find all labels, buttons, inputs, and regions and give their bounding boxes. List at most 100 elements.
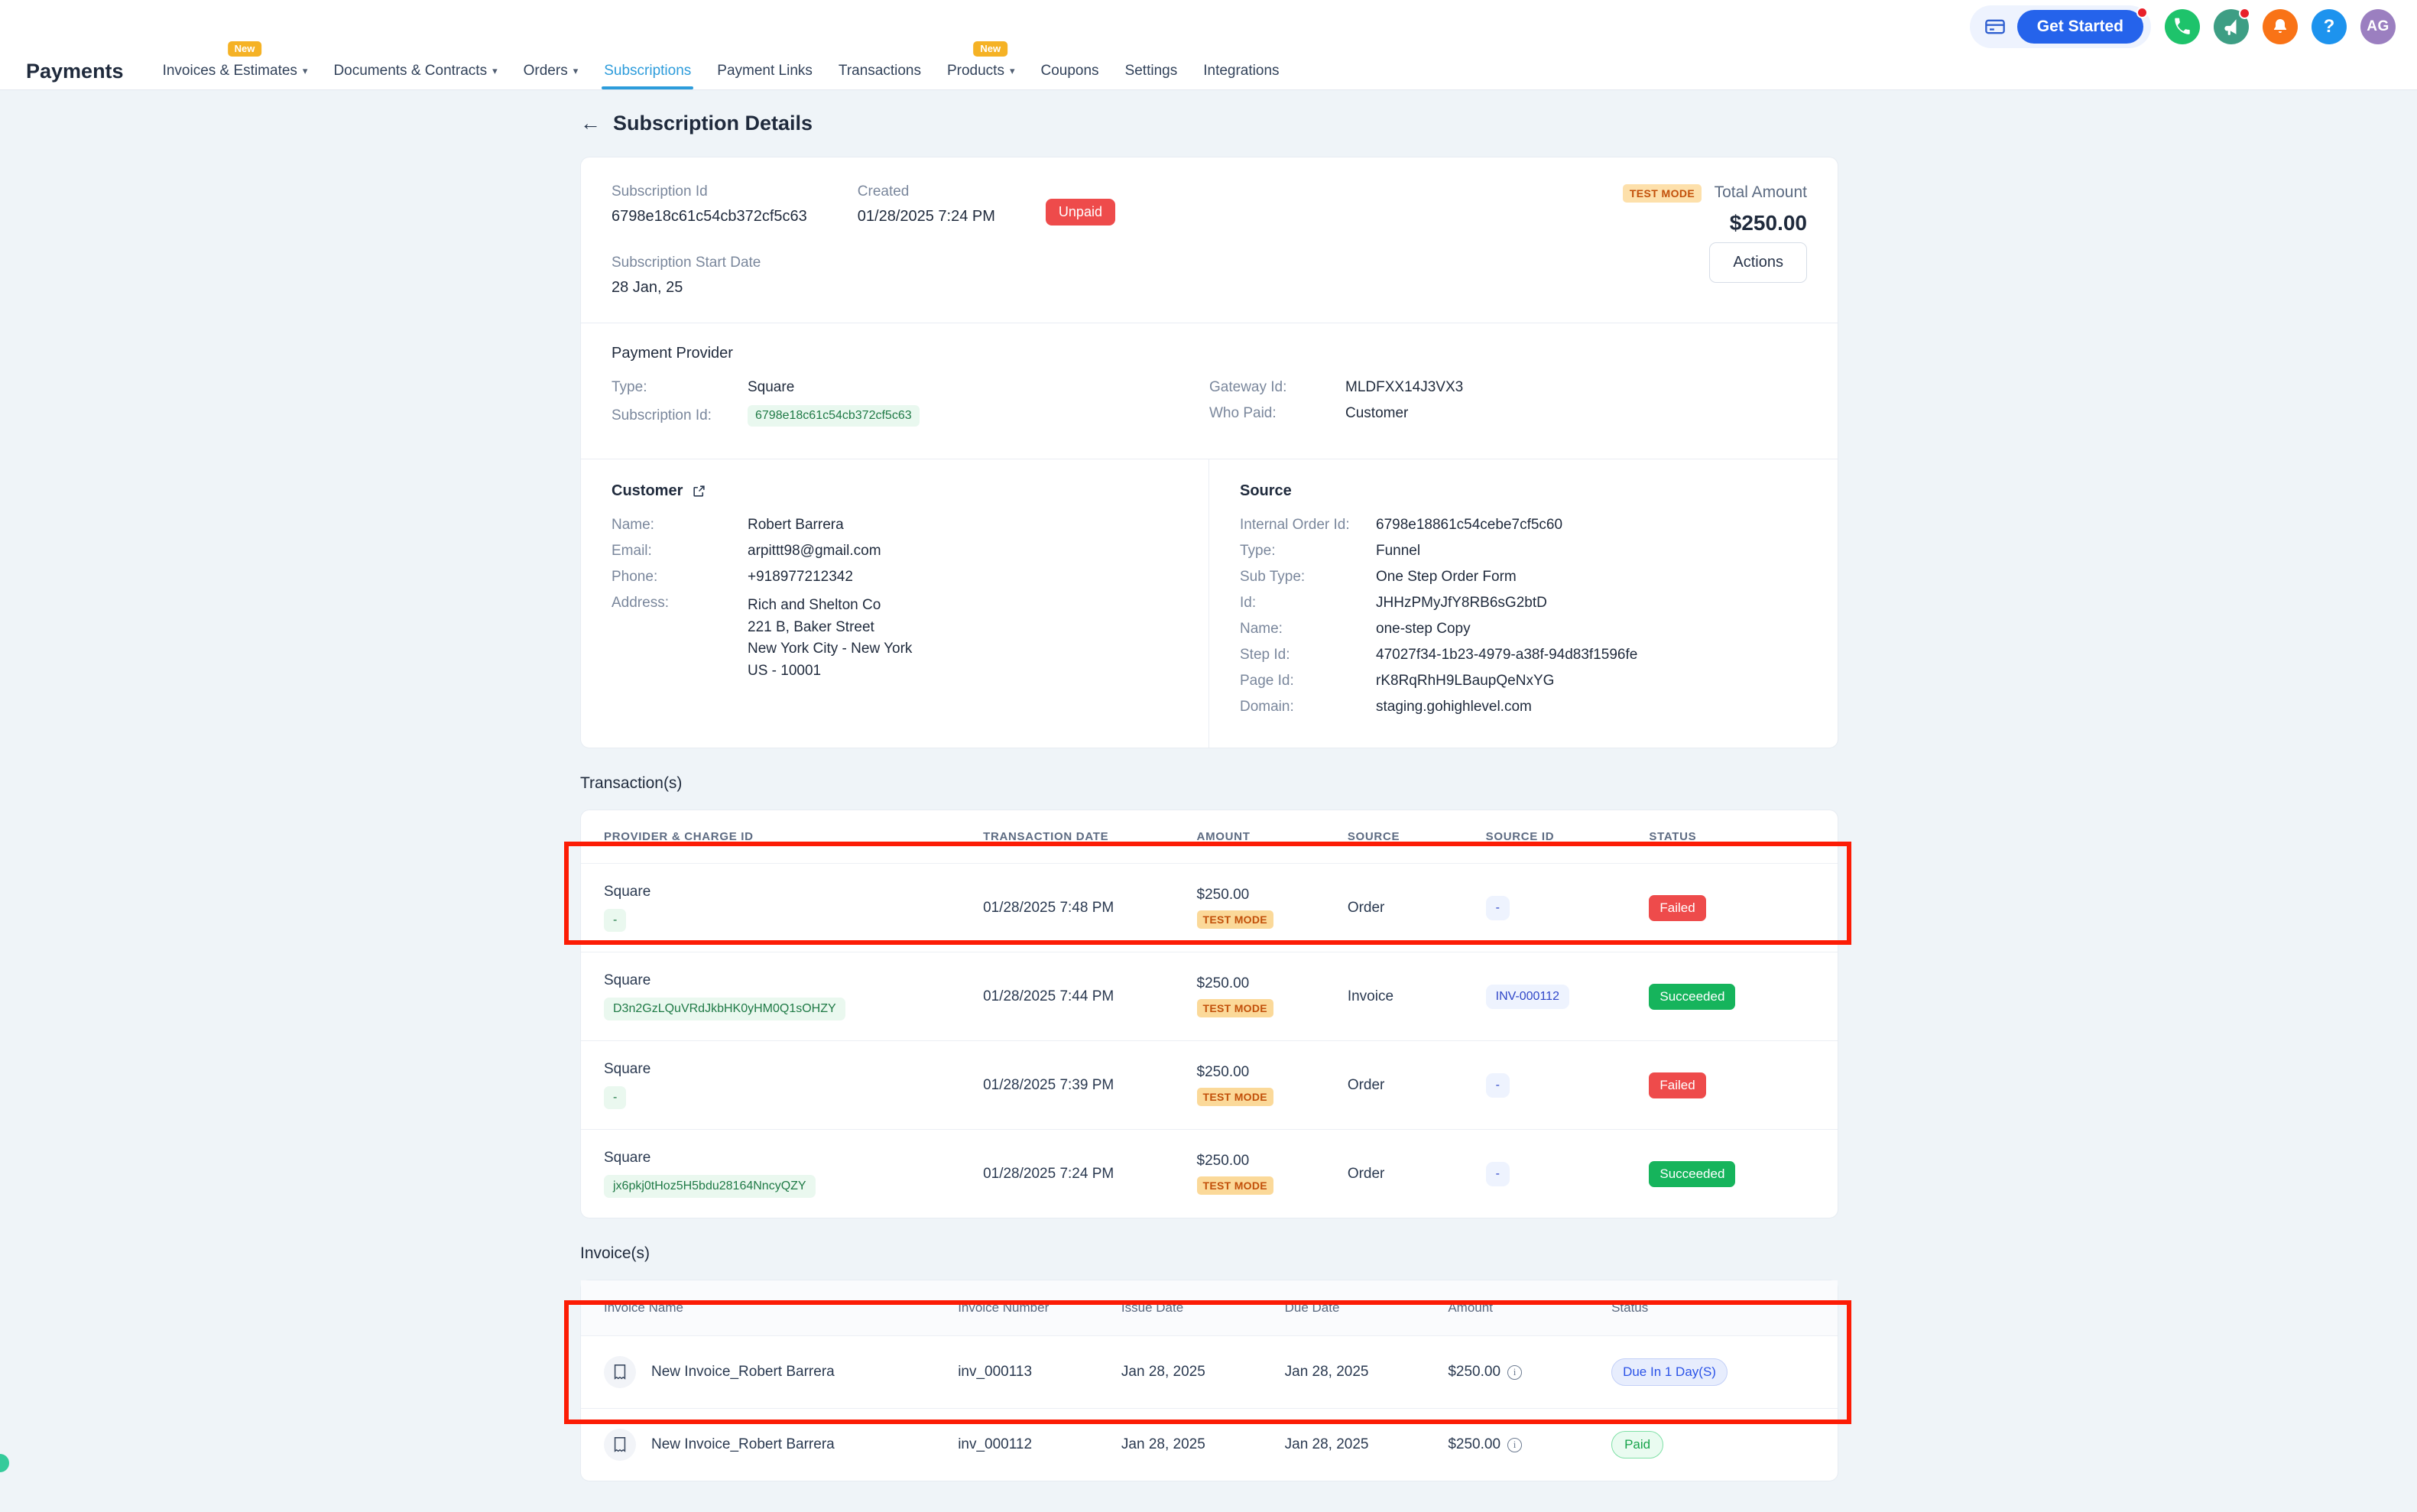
col-status: STATUS — [1649, 830, 1697, 843]
chat-bubble-indicator[interactable] — [0, 1454, 9, 1472]
external-link-icon[interactable] — [692, 484, 706, 498]
status-badge: Succeeded — [1649, 983, 1736, 1010]
customer-name-label: Name: — [612, 517, 654, 533]
table-row[interactable]: Square D3n2GzLQuVRdJkbHK0yHM0Q1sOHZY 01/… — [581, 952, 1838, 1041]
test-mode-badge: TEST MODE — [1622, 184, 1702, 203]
address-line-1: Rich and Shelton Co — [748, 597, 881, 613]
subscription-id-label: Subscription Id — [612, 183, 708, 200]
cell-amount: $250.00 TEST MODE — [1196, 1129, 1348, 1218]
source-type-label: Type: — [1240, 543, 1276, 559]
nav-item-products[interactable]: New Products ▾ — [934, 41, 1028, 89]
source-id-label: Id: — [1240, 595, 1257, 611]
info-icon[interactable]: i — [1507, 1437, 1523, 1452]
invoice-name-text: New Invoice_Robert Barrera — [651, 1364, 835, 1380]
page-title: Subscription Details — [613, 112, 813, 135]
charge-id-chip: - — [604, 1086, 627, 1109]
cell-status: Succeeded — [1649, 952, 1838, 1041]
cell-status: Paid — [1611, 1408, 1838, 1481]
source-panel: Source Internal Order Id: 6798e18861c54c… — [1209, 459, 1838, 748]
gateway-id-label: Gateway Id: — [1209, 379, 1287, 395]
cell-amount: $250.00 i — [1448, 1408, 1612, 1481]
nav-item-orders[interactable]: Orders ▾ — [511, 63, 592, 89]
address-line-4: US - 10001 — [748, 662, 822, 679]
invoice-receipt-icon — [604, 1429, 636, 1461]
back-arrow-icon[interactable]: ← — [580, 113, 601, 134]
amount-value: $250.00 — [1196, 975, 1250, 991]
source-type-value: Funnel — [1376, 543, 1421, 559]
created-value: 01/28/2025 7:24 PM — [857, 208, 995, 225]
phone-icon[interactable] — [2165, 9, 2200, 44]
amount-value: $250.00 — [1196, 887, 1250, 903]
nav-item-invoices-estimates[interactable]: New Invoices & Estimates ▾ — [150, 41, 321, 89]
cell-source: Invoice — [1347, 952, 1486, 1041]
nav-item-subscriptions[interactable]: Subscriptions — [591, 63, 704, 89]
source-name-label: Name: — [1240, 621, 1283, 637]
chevron-down-icon: ▾ — [1009, 65, 1015, 76]
nav-item-coupons[interactable]: Coupons — [1028, 63, 1112, 89]
info-icon[interactable]: i — [1507, 1364, 1523, 1380]
nav-item-documents-contracts[interactable]: Documents & Contracts ▾ — [320, 63, 510, 89]
app-brand: Payments — [26, 60, 124, 83]
col-provider-charge-id: PROVIDER & CHARGE ID — [604, 830, 754, 843]
cell-due-date: Jan 28, 2025 — [1284, 1335, 1449, 1409]
avatar[interactable]: AG — [2360, 9, 2396, 44]
source-id-value[interactable]: JHHzPMyJfY8RB6sG2btD — [1376, 595, 1547, 612]
cell-invoice-name: New Invoice_Robert Barrera — [581, 1408, 959, 1481]
summary-top-row: Subscription Id 6798e18c61c54cb372cf5c63… — [581, 157, 1838, 235]
nav-label: Invoices & Estimates — [162, 63, 297, 79]
list-item[interactable]: New Invoice_Robert Barrera inv_000113 Ja… — [581, 1335, 1838, 1409]
main-navigation: Payments New Invoices & Estimates ▾ Docu… — [0, 41, 2417, 90]
megaphone-icon[interactable] — [2214, 8, 2250, 44]
status-badge: Due In 1 Day(S) — [1611, 1358, 1728, 1386]
source-title: Source — [1240, 482, 1292, 499]
customer-phone-row: Phone: +918977212342 — [612, 569, 1178, 586]
notification-bell-icon[interactable] — [2263, 9, 2298, 44]
domain-value[interactable]: staging.gohighlevel.com — [1376, 699, 1532, 715]
test-mode-badge: TEST MODE — [1196, 1088, 1273, 1106]
table-row[interactable]: Square jx6pkj0tHoz5H5bdu28164NncyQZY 01/… — [581, 1129, 1838, 1218]
internal-order-id-value[interactable]: 6798e18861c54cebe7cf5c60 — [1376, 517, 1562, 534]
domain-label: Domain: — [1240, 699, 1294, 715]
who-paid-row: Who Paid: Customer — [1209, 405, 1807, 422]
amount-value: $250.00 — [1196, 1153, 1250, 1169]
amount-value: $250.00 — [1196, 1064, 1250, 1080]
table-row[interactable]: Square - 01/28/2025 7:39 PM $250.00 TEST… — [581, 1040, 1838, 1130]
nav-item-payment-links[interactable]: Payment Links — [704, 63, 826, 89]
payment-provider-right: Gateway Id: MLDFXX14J3VX3 Who Paid: Cust… — [1209, 379, 1807, 436]
source-id-chip: - — [1485, 895, 1510, 920]
charge-id-chip: D3n2GzLQuVRdJkbHK0yHM0Q1sOHZY — [604, 998, 845, 1020]
customer-name-row: Name: Robert Barrera — [612, 517, 1178, 534]
source-id-chip[interactable]: INV-000112 — [1485, 984, 1569, 1009]
cell-due-date: Jan 28, 2025 — [1284, 1408, 1449, 1481]
customer-title-row: Customer — [612, 482, 1178, 500]
who-paid-label: Who Paid: — [1209, 405, 1277, 421]
cell-provider-charge: Square D3n2GzLQuVRdJkbHK0yHM0Q1sOHZY — [581, 952, 984, 1041]
invoices-header-row: Invoice Name Invoice Number Issue Date D… — [581, 1280, 1838, 1336]
list-item[interactable]: New Invoice_Robert Barrera inv_000112 Ja… — [581, 1408, 1838, 1481]
cell-status: Failed — [1649, 1040, 1838, 1130]
table-row[interactable]: Square - 01/28/2025 7:48 PM $250.00 TEST… — [581, 863, 1838, 952]
cell-status: Due In 1 Day(S) — [1611, 1335, 1838, 1409]
nav-label: Coupons — [1040, 63, 1099, 79]
cell-status: Succeeded — [1649, 1129, 1838, 1218]
nav-label: Integrations — [1203, 63, 1280, 79]
address-line-3: New York City - New York — [748, 641, 913, 657]
subscription-id-field: Subscription Id 6798e18c61c54cb372cf5c63 — [612, 183, 807, 226]
nav-item-settings[interactable]: Settings — [1112, 63, 1191, 89]
nav-item-transactions[interactable]: Transactions — [826, 63, 934, 89]
actions-button[interactable]: Actions — [1709, 242, 1807, 283]
cell-source-id: - — [1485, 863, 1650, 952]
cell-invoice-name: New Invoice_Robert Barrera — [581, 1335, 959, 1409]
credit-card-icon[interactable] — [1984, 15, 2007, 38]
customer-email-label: Email: — [612, 543, 652, 559]
nav-item-integrations[interactable]: Integrations — [1190, 63, 1292, 89]
provider-subscription-id-row: Subscription Id: 6798e18c61c54cb372cf5c6… — [612, 405, 1209, 427]
get-started-button[interactable]: Get Started — [2016, 10, 2143, 44]
nav-label: Settings — [1124, 63, 1178, 79]
cell-issue-date: Jan 28, 2025 — [1121, 1408, 1285, 1481]
payment-provider-title: Payment Provider — [612, 345, 733, 362]
help-icon[interactable]: ? — [2312, 9, 2347, 44]
cell-amount: $250.00 TEST MODE — [1196, 952, 1348, 1041]
cell-status: Failed — [1649, 863, 1838, 952]
source-id-chip: - — [1485, 1072, 1510, 1098]
